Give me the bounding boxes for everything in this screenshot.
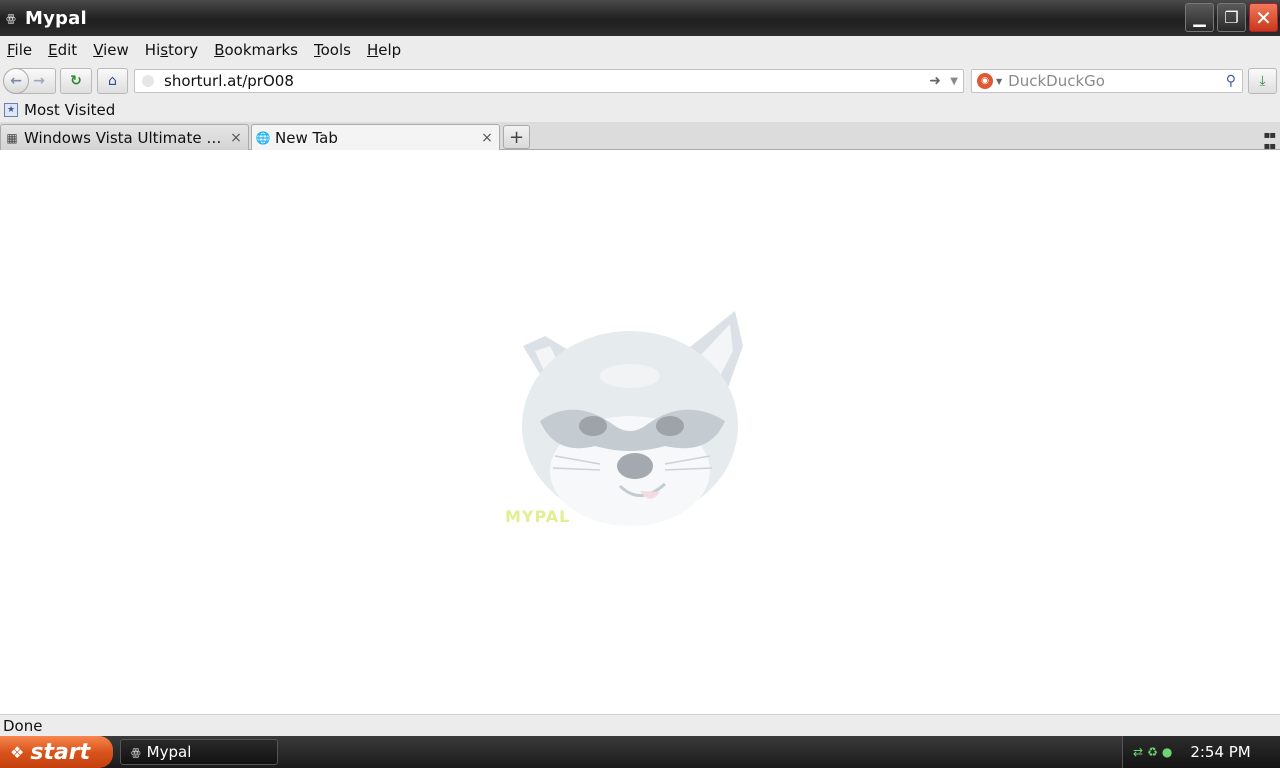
forward-button[interactable]: → <box>33 73 45 89</box>
tab-title: New Tab <box>275 129 338 147</box>
back-forward-group: ← → <box>3 68 56 94</box>
menu-bar: File Edit View History Bookmarks Tools H… <box>0 36 1280 64</box>
navigation-toolbar: ← → ↻ ⌂ ➜ ▼ ◉ ▼ ⚲ ⤓ <box>0 64 1280 98</box>
status-text: Done <box>3 716 43 735</box>
title-bar: ꙮ Mypal ▁ ❐ ✕ <box>0 0 1280 36</box>
list-all-tabs-icon[interactable]: ▪▪ ▪▪ <box>1263 130 1276 152</box>
tab-close-button[interactable]: × <box>227 130 245 146</box>
window-title: Mypal <box>25 7 87 29</box>
site-identity-icon[interactable] <box>142 75 154 87</box>
mypal-app-icon: ꙮ <box>6 11 16 25</box>
reload-icon: ↻ <box>70 73 82 89</box>
home-icon: ⌂ <box>108 73 117 89</box>
back-button[interactable]: ← <box>3 68 30 94</box>
most-visited-bookmark[interactable]: Most Visited <box>24 101 115 119</box>
system-tray: ⇄ ♻ ● 2:54 PM <box>1122 736 1280 768</box>
new-tab-button[interactable]: + <box>503 125 530 149</box>
windows-flag-icon: ❖ <box>10 742 25 762</box>
downloads-button[interactable]: ⤓ <box>1248 68 1277 94</box>
menu-edit[interactable]: Edit <box>48 41 77 59</box>
page-content: MYPAL <box>0 150 1280 714</box>
search-bar[interactable]: ◉ ▼ ⚲ <box>971 69 1243 93</box>
bookmarks-toolbar: ★ Most Visited <box>0 98 1280 122</box>
tab-strip: ▦ Windows Vista Ultimate 64B... × 🌐 New … <box>0 122 1280 152</box>
start-button[interactable]: ❖ start <box>0 736 113 768</box>
download-icon: ⤓ <box>1259 73 1266 89</box>
close-button[interactable]: ✕ <box>1249 3 1278 32</box>
tab-close-button[interactable]: × <box>478 130 496 146</box>
minimize-button[interactable]: ▁ <box>1185 3 1214 32</box>
taskbar-item-mypal[interactable]: ꙮ Mypal <box>120 739 278 765</box>
home-button[interactable]: ⌂ <box>97 68 128 94</box>
go-arrow-icon[interactable]: ➜ <box>929 73 941 89</box>
tab-title: Windows Vista Ultimate 64B... <box>24 128 227 147</box>
taskbar-item-label: Mypal <box>146 743 192 761</box>
maximize-button[interactable]: ❐ <box>1217 3 1246 32</box>
clock[interactable]: 2:54 PM <box>1190 743 1250 761</box>
raccoon-mascot-image <box>522 311 743 526</box>
search-icon[interactable]: ⚲ <box>1226 73 1236 89</box>
address-bar[interactable]: ➜ ▼ <box>134 69 964 93</box>
url-dropdown-icon[interactable]: ▼ <box>950 76 958 87</box>
menu-help[interactable]: Help <box>367 41 401 59</box>
most-visited-folder-icon: ★ <box>4 103 18 117</box>
menu-bookmarks[interactable]: Bookmarks <box>214 41 298 59</box>
duckduckgo-icon[interactable]: ◉ <box>977 73 993 89</box>
globe-icon: 🌐 <box>255 131 271 145</box>
taskbar: ❖ start ꙮ Mypal ⇄ ♻ ● 2:54 PM <box>0 736 1280 768</box>
menu-tools[interactable]: Tools <box>314 41 351 59</box>
mypal-logo-text: MYPAL <box>505 507 571 526</box>
tab-windows-vista[interactable]: ▦ Windows Vista Ultimate 64B... × <box>0 124 249 150</box>
security-icon[interactable]: ● <box>1162 745 1172 759</box>
url-input[interactable] <box>164 72 904 90</box>
start-label: start <box>30 739 91 765</box>
engine-dropdown-icon[interactable]: ▼ <box>996 77 1002 86</box>
tab-new-tab[interactable]: 🌐 New Tab × <box>251 124 500 151</box>
menu-view[interactable]: View <box>93 41 129 59</box>
status-bar: Done <box>0 714 1280 736</box>
mypal-app-icon: ꙮ <box>131 745 141 759</box>
safely-remove-icon[interactable]: ♻ <box>1147 745 1158 759</box>
reload-button[interactable]: ↻ <box>60 68 92 94</box>
menu-history[interactable]: History <box>145 41 198 59</box>
window-controls: ▁ ❐ ✕ <box>1185 3 1278 32</box>
network-icon[interactable]: ⇄ <box>1133 745 1143 759</box>
search-input[interactable] <box>1008 72 1209 90</box>
page-icon: ▦ <box>6 130 18 145</box>
menu-file[interactable]: File <box>7 41 32 59</box>
